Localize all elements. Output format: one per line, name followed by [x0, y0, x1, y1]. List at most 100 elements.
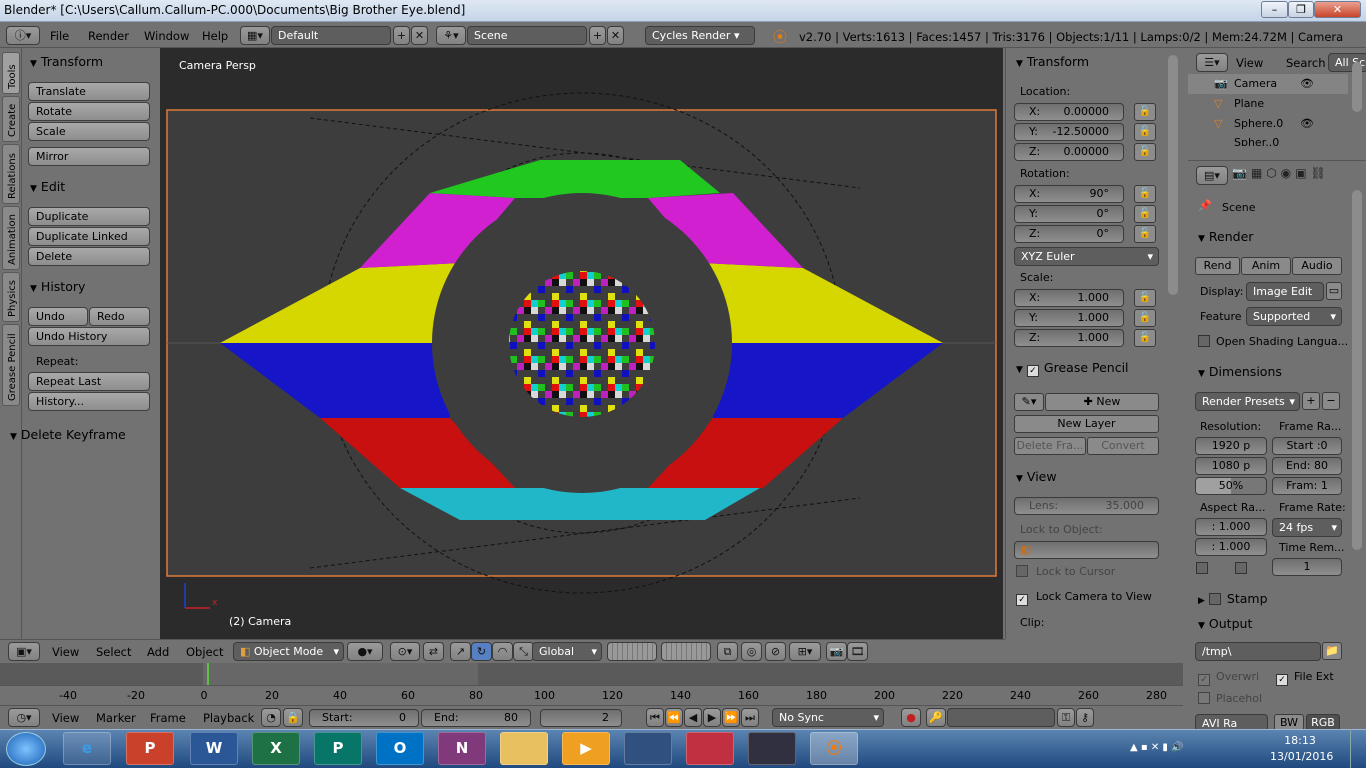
rotation-y-field[interactable]: Y: 0° [1014, 205, 1124, 223]
resolution-x-field[interactable]: 1920 p [1195, 437, 1267, 455]
context-tabs[interactable]: 📷▦⬡◉▣⛓ [1232, 166, 1362, 185]
new-layer-button[interactable]: New Layer [1014, 415, 1159, 433]
outlook-icon[interactable]: O [376, 732, 424, 765]
lock-camera-to-view[interactable]: ✓ Lock Camera to View [1016, 590, 1152, 606]
rotate-manip-icon[interactable]: ↻ [471, 642, 492, 661]
layer-buttons[interactable] [607, 642, 657, 661]
file-ext-checkbox[interactable]: ✓ [1276, 674, 1288, 686]
outliner-row-plane[interactable]: ▽ Plane [1188, 94, 1348, 114]
mode-select[interactable]: ◧ Object Mode ▾ [233, 642, 344, 661]
render-tab[interactable]: Rend [1195, 257, 1240, 275]
remove-layout-icon[interactable]: ✕ [411, 26, 428, 45]
orientation-select[interactable]: Global ▾ [532, 642, 602, 661]
location-z-field[interactable]: Z: 0.00000 [1014, 143, 1124, 161]
placeholder-checkbox[interactable] [1198, 692, 1210, 704]
convert-button[interactable]: Convert [1087, 437, 1159, 455]
eye-icon[interactable]: 👁 [1300, 77, 1314, 90]
lock-object-field[interactable]: ◧ [1014, 541, 1159, 559]
outliner-row-camera[interactable]: 📷 Camera 👁 [1188, 74, 1348, 94]
tab-animation[interactable]: Animation [2, 206, 20, 270]
resolution-percent-field[interactable]: 50% [1195, 477, 1267, 495]
preview-range-icon[interactable]: ◔ [261, 708, 281, 727]
outliner-row-sphere[interactable]: ▽ Sphere.0 👁 [1188, 114, 1348, 134]
prev-keyframe-icon[interactable]: ⏪ [665, 708, 683, 727]
render-anim-icon[interactable]: 🎞 [847, 642, 868, 661]
outliner-view-menu[interactable]: View [1236, 56, 1263, 70]
lock-icon[interactable]: 🔓 [1134, 329, 1156, 347]
record-icon[interactable]: ● [901, 708, 921, 727]
location-x-field[interactable]: X: 0.00000 [1014, 103, 1124, 121]
timeline-editor-type-icon[interactable]: ◷▾ [8, 708, 40, 727]
3d-viewport[interactable]: Camera Persp x (2) Camera [160, 48, 1003, 639]
start-button[interactable] [6, 732, 46, 766]
tab-relations[interactable]: Relations [2, 144, 20, 204]
view-panel-header[interactable]: ▼ View [1016, 469, 1057, 491]
transform-panel-header[interactable]: ▼ Transform [30, 54, 103, 76]
output-panel-header[interactable]: ▼ Output [1198, 616, 1252, 638]
overwrite-checkbox[interactable]: ✓ [1198, 674, 1210, 686]
app-icon[interactable] [686, 732, 734, 765]
remove-scene-icon[interactable]: ✕ [607, 26, 624, 45]
lock-camera-checkbox[interactable]: ✓ [1016, 594, 1028, 606]
lock-icon[interactable]: 🔓 [1134, 205, 1156, 223]
current-frame-field[interactable]: 2 [540, 709, 622, 727]
outliner-row-sphere2[interactable]: Spher..0 [1188, 134, 1348, 146]
layout-field[interactable]: Default [271, 26, 391, 45]
lock-icon[interactable]: 🔓 [1134, 289, 1156, 307]
tray-icons[interactable]: ▲ ▪ ✕ ▮ 🔊 [1130, 742, 1184, 753]
blender-taskbar-icon[interactable]: ⦿ [810, 732, 858, 765]
stamp-checkbox[interactable] [1208, 593, 1221, 605]
editor-type-icon[interactable]: ⓘ▾ [6, 26, 40, 45]
repeat-last-button[interactable]: Repeat Last [28, 372, 150, 391]
clock[interactable]: 18:13 13/01/2016 [1270, 733, 1333, 765]
proportional-icon[interactable]: ◎ [741, 642, 762, 661]
show-desktop-button[interactable] [1350, 729, 1366, 768]
grease-pencil-checkbox[interactable]: ✓ [1026, 365, 1039, 377]
tab-tools[interactable]: Tools [2, 52, 20, 94]
frame-step-field[interactable]: Fram: 1 [1272, 477, 1342, 495]
osl-toggle[interactable]: Open Shading Langua... [1198, 335, 1348, 348]
timeline-menu-frame[interactable]: Frame [150, 711, 186, 725]
window-icon[interactable]: ▭ [1326, 282, 1342, 300]
render-presets-select[interactable]: Render Presets ▾ [1195, 392, 1300, 411]
aspect-x-field[interactable]: : 1.000 [1195, 518, 1267, 536]
edit-panel-header[interactable]: ▼ Edit [30, 179, 65, 201]
add-layout-icon[interactable]: + [393, 26, 410, 45]
time-remap-field[interactable]: 1 [1272, 558, 1342, 576]
duplicate-button[interactable]: Duplicate [28, 207, 150, 226]
pin-icon[interactable]: 📌 [1198, 199, 1212, 212]
frame-start-field[interactable]: Start :0 [1272, 437, 1342, 455]
lock-icon[interactable]: 🔓 [1134, 123, 1156, 141]
aspect-y-field[interactable]: : 1.000 [1195, 538, 1267, 556]
pencil-icon[interactable]: ✎▾ [1014, 393, 1044, 411]
placeholder-toggle[interactable]: Placehol [1198, 692, 1262, 705]
rotation-x-field[interactable]: X: 90° [1014, 185, 1124, 203]
excel-icon[interactable]: X [252, 732, 300, 765]
lock-icon[interactable]: 🔓 [1134, 143, 1156, 161]
timeline-menu-playback[interactable]: Playback [203, 711, 254, 725]
outliner-type-icon[interactable]: ☰▾ [1196, 53, 1228, 72]
powerpoint-icon[interactable]: P [126, 732, 174, 765]
eye-icon[interactable]: 👁 [1300, 117, 1314, 130]
stamp-panel-header[interactable]: ▶ Stamp [1198, 591, 1268, 613]
sync-select[interactable]: No Sync ▾ [772, 708, 884, 727]
menu-select[interactable]: Select [96, 645, 131, 659]
fps-select[interactable]: 24 fps ▾ [1272, 518, 1342, 537]
snap-icon[interactable]: ⊘ [765, 642, 786, 661]
osl-checkbox[interactable] [1198, 335, 1210, 347]
scale-manip-icon[interactable]: ⤡ [513, 642, 534, 661]
history-panel-header[interactable]: ▼ History [30, 279, 85, 301]
outliner-scrollbar[interactable] [1352, 62, 1362, 112]
scale-button[interactable]: Scale [28, 122, 150, 141]
lock-icon[interactable]: 🔓 [1134, 309, 1156, 327]
border-checkbox[interactable] [1196, 562, 1208, 574]
movie-maker-icon[interactable] [748, 732, 796, 765]
pivot-select[interactable]: ⊙▾ [390, 642, 420, 661]
lens-field[interactable]: Lens: 35.000 [1014, 497, 1159, 515]
explorer-icon[interactable] [500, 732, 548, 765]
lock-icon[interactable]: 🔓 [1134, 225, 1156, 243]
delete-frame-button[interactable]: Delete Fra... [1014, 437, 1086, 455]
timeline-area[interactable]: -40 -20 0 20 40 60 80 100 120 140 160 180 200 220 240 2… [0, 663, 1183, 705]
npanel-scrollbar[interactable] [1168, 55, 1178, 295]
scene-field[interactable]: Scene [467, 26, 587, 45]
